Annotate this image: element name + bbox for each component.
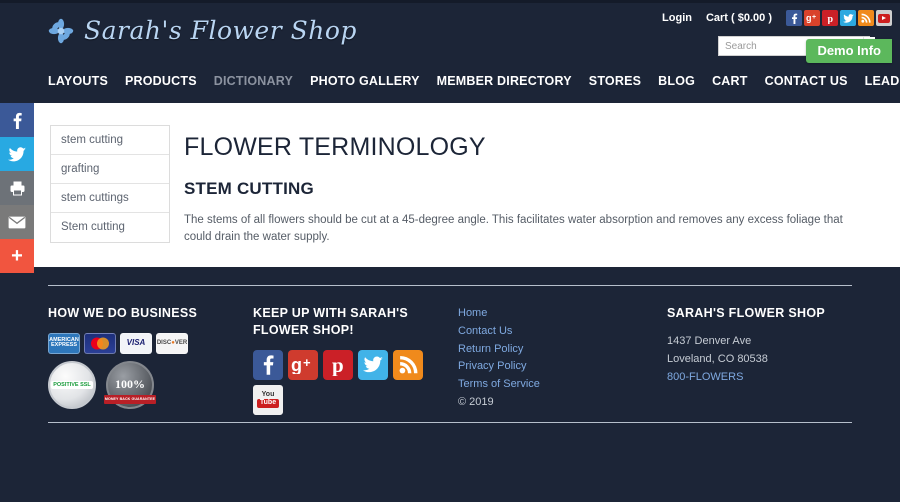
- footer-contact-heading: SARAH'S FLOWER SHOP: [667, 306, 825, 320]
- rss-icon[interactable]: [858, 10, 874, 26]
- youtube-icon[interactable]: [876, 10, 892, 26]
- footer-link-return-policy[interactable]: Return Policy: [458, 341, 648, 359]
- footer-link-privacy-policy[interactable]: Privacy Policy: [458, 358, 648, 376]
- term-list-item[interactable]: stem cuttings: [51, 184, 169, 213]
- site-brand[interactable]: Sarah's Flower Shop: [48, 16, 357, 45]
- facebook-icon[interactable]: [786, 10, 802, 26]
- youtube-you-label: You: [261, 391, 275, 399]
- footer-contact-column: SARAH'S FLOWER SHOP 1437 Denver Ave Love…: [667, 305, 867, 386]
- svg-text:g: g: [291, 356, 302, 374]
- demo-info-badge[interactable]: Demo Info: [806, 39, 892, 63]
- share-more-button[interactable]: +: [0, 239, 34, 273]
- guarantee-ribbon-label: MONEY BACK GUARANTEE: [104, 394, 156, 404]
- envelope-icon: [8, 216, 26, 228]
- share-print-button[interactable]: [0, 171, 34, 205]
- nav-item-stores[interactable]: STORES: [589, 74, 641, 88]
- payment-card-row: AMERICAN EXPRESS VISA DISC ● VER: [48, 332, 238, 354]
- page-title: FLOWER TERMINOLOGY: [184, 133, 486, 161]
- social-share-rail: +: [0, 103, 34, 273]
- googleplus-icon[interactable]: g +: [288, 349, 318, 380]
- twitter-icon[interactable]: [358, 349, 388, 380]
- rss-icon[interactable]: [393, 349, 423, 380]
- pinterest-icon[interactable]: p: [822, 10, 838, 26]
- site-footer: HOW WE DO BUSINESS AMERICAN EXPRESS VISA …: [0, 267, 900, 502]
- twitter-icon[interactable]: [840, 10, 856, 26]
- googleplus-icon[interactable]: g +: [804, 10, 820, 26]
- nav-item-member-directory[interactable]: MEMBER DIRECTORY: [437, 74, 572, 88]
- brand-name: Sarah's Flower Shop: [84, 16, 357, 45]
- nav-item-leadboxes[interactable]: LEADBOXES: [865, 74, 900, 88]
- nav-item-contact-us[interactable]: CONTACT US: [765, 74, 848, 88]
- header-utility-row: Login Cart ( $0.00 ) g + p: [662, 10, 892, 26]
- footer-address-line-2: Loveland, CO 80538: [667, 352, 768, 365]
- dictionary-term-list: stem cutting grafting stem cuttings Stem…: [50, 125, 170, 243]
- cart-link[interactable]: Cart ( $0.00 ): [706, 12, 772, 24]
- footer-bottom-divider: [48, 422, 852, 423]
- article: FLOWER TERMINOLOGY STEM CUTTING The stem…: [184, 133, 860, 245]
- share-twitter-button[interactable]: [0, 137, 34, 171]
- footer-business-heading: HOW WE DO BUSINESS: [48, 306, 198, 320]
- youtube-tube-label: Tube: [256, 399, 280, 409]
- nav-item-products[interactable]: PRODUCTS: [125, 74, 197, 88]
- printer-icon: [10, 181, 24, 196]
- header-social-strip: g + p: [786, 10, 892, 26]
- svg-text:+: +: [303, 356, 311, 370]
- footer-address-line-1: 1437 Denver Ave: [667, 334, 752, 347]
- footer-keepup-column: KEEP UP WITH SARAH'S FLOWER SHOP! g+ p: [253, 305, 443, 415]
- pinterest-icon[interactable]: p: [323, 349, 353, 380]
- footer-link-home[interactable]: Home: [458, 305, 648, 323]
- twitter-icon: [8, 146, 26, 161]
- facebook-icon[interactable]: [253, 349, 283, 380]
- amex-card-icon: AMERICAN EXPRESS: [48, 332, 80, 354]
- share-email-button[interactable]: [0, 205, 34, 239]
- footer-phone-link[interactable]: 800-FLOWERS: [667, 369, 867, 387]
- discover-card-icon: DISC ● VER: [156, 332, 188, 354]
- article-body: The stems of all flowers should be cut a…: [184, 214, 843, 243]
- money-back-guarantee-seal: 100% MONEY BACK GUARANTEE: [104, 360, 156, 409]
- nav-item-cart[interactable]: CART: [712, 74, 748, 88]
- footer-top-divider: [48, 285, 852, 286]
- term-list-item[interactable]: grafting: [51, 155, 169, 184]
- svg-text:+: +: [812, 14, 816, 21]
- section-title: STEM CUTTING: [184, 179, 314, 198]
- footer-copyright: © 2019: [458, 396, 494, 409]
- mastercard-card-icon: [84, 332, 116, 354]
- header-top-rule: [0, 0, 900, 3]
- share-facebook-button[interactable]: [0, 103, 34, 137]
- site-header: Sarah's Flower Shop Login Cart ( $0.00 )…: [0, 0, 900, 103]
- page-root: Sarah's Flower Shop Login Cart ( $0.00 )…: [0, 0, 900, 502]
- term-list-item[interactable]: stem cutting: [51, 126, 169, 155]
- footer-link-contact-us[interactable]: Contact Us: [458, 323, 648, 341]
- plus-icon: +: [11, 245, 23, 267]
- visa-card-icon: VISA: [120, 332, 152, 354]
- main-navigation: LAYOUTS PRODUCTS DICTIONARY PHOTO GALLER…: [48, 74, 900, 88]
- footer-social-row: g + p You Tube: [253, 349, 428, 415]
- login-link[interactable]: Login: [662, 12, 692, 24]
- nav-item-blog[interactable]: BLOG: [658, 74, 695, 88]
- svg-text:p: p: [827, 14, 833, 24]
- main-content: stem cutting grafting stem cuttings Stem…: [0, 103, 900, 267]
- positive-ssl-seal: POSITIVE SSL: [48, 360, 96, 409]
- positive-ssl-label: POSITIVE SSL: [51, 380, 93, 389]
- youtube-icon[interactable]: You Tube: [253, 384, 283, 415]
- footer-business-column: HOW WE DO BUSINESS AMERICAN EXPRESS VISA …: [48, 305, 238, 409]
- guarantee-percent-label: 100%: [115, 377, 145, 392]
- nav-item-photo-gallery[interactable]: PHOTO GALLERY: [310, 74, 420, 88]
- trust-seal-row: POSITIVE SSL 100% MONEY BACK GUARANTEE: [48, 360, 238, 409]
- svg-text:p: p: [332, 354, 344, 376]
- header-utility-area: Login Cart ( $0.00 ) g + p Search Demo I…: [552, 10, 892, 70]
- flower-icon: [48, 18, 74, 44]
- footer-keepup-heading: KEEP UP WITH SARAH'S FLOWER SHOP!: [253, 306, 409, 337]
- term-list-item[interactable]: Stem cutting: [51, 213, 169, 242]
- footer-link-terms-of-service[interactable]: Terms of Service: [458, 376, 648, 394]
- nav-item-dictionary[interactable]: DICTIONARY: [214, 74, 293, 88]
- svg-text:g: g: [806, 13, 812, 23]
- footer-links-column: Home Contact Us Return Policy Privacy Po…: [458, 305, 648, 412]
- nav-item-layouts[interactable]: LAYOUTS: [48, 74, 108, 88]
- facebook-icon: [13, 112, 22, 129]
